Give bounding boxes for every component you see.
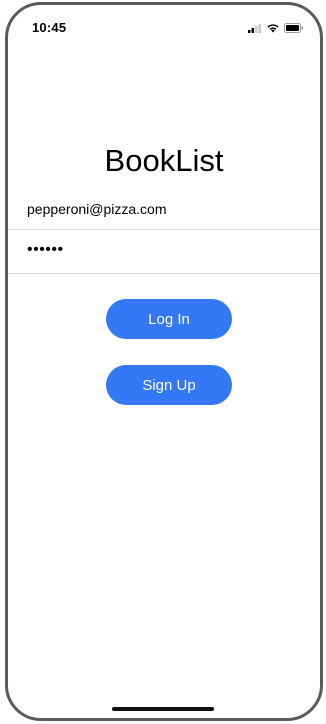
password-field-value: •••••• <box>27 241 64 258</box>
status-bar: 10:45 <box>8 5 320 49</box>
status-icons <box>248 23 304 33</box>
phone-frame: 10:45 BookList pepperoni@pizza.com •••••… <box>5 2 323 721</box>
home-indicator[interactable] <box>112 707 214 711</box>
cellular-signal-icon <box>248 23 261 33</box>
status-time: 10:45 <box>32 20 67 35</box>
log-in-button[interactable]: Log In <box>106 299 232 339</box>
wifi-icon <box>267 24 279 33</box>
app-title: BookList <box>104 143 224 178</box>
email-field[interactable]: pepperoni@pizza.com <box>8 186 320 230</box>
email-field-value: pepperoni@pizza.com <box>27 201 167 217</box>
battery-icon <box>284 23 303 33</box>
password-field[interactable]: •••••• <box>8 230 320 274</box>
sign-up-button[interactable]: Sign Up <box>106 365 232 405</box>
